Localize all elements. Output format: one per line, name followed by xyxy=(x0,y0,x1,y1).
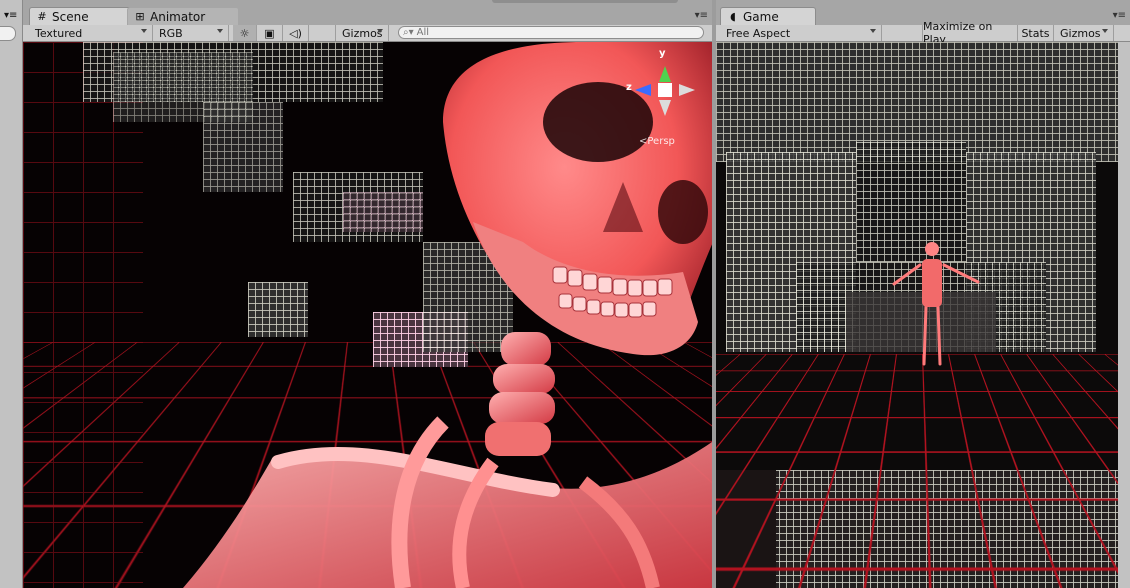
search-icon: ⌕▾ xyxy=(403,27,414,38)
tab-animator-label: Animator xyxy=(150,9,206,24)
scene-toolbar: Textured RGB ☼ ▣ ◁) Gizmos ⌕▾ All xyxy=(23,25,712,42)
figure-arm-right xyxy=(942,263,980,284)
panel-menu-icon[interactable]: ▾≡ xyxy=(695,10,708,21)
maximize-on-play-button[interactable]: Maximize on Play xyxy=(922,20,1018,46)
skeleton-eye-socket xyxy=(658,180,708,244)
scene-viewport[interactable]: y z <Persp xyxy=(23,42,712,588)
search-placeholder: All xyxy=(416,27,430,38)
render-mode-label: Textured xyxy=(35,26,83,40)
gizmo-center-cube xyxy=(658,83,672,97)
lighting-toggle[interactable]: ☼ xyxy=(233,25,257,41)
scene-search-input[interactable]: ⌕▾ All xyxy=(398,26,704,39)
skeleton-eye-socket xyxy=(543,82,653,162)
game-pacman-icon: ◖ xyxy=(730,10,736,23)
gizmo-persp-label[interactable]: <Persp xyxy=(639,136,675,147)
audio-toggle[interactable]: ◁) xyxy=(283,25,309,41)
figure-leg-left xyxy=(922,305,928,366)
chevron-down-icon xyxy=(1102,29,1108,33)
panel-menu-icon[interactable]: ▾≡ xyxy=(4,10,17,21)
skeleton-vertebra xyxy=(485,422,551,456)
panel-menu-icon[interactable]: ▾≡ xyxy=(1113,10,1126,21)
tab-game[interactable]: ◖ Game xyxy=(720,7,816,25)
speaker-icon: ◁) xyxy=(289,26,302,40)
chevron-down-icon xyxy=(217,29,223,33)
skeleton-vertebra xyxy=(501,332,551,366)
game-skeleton-figure xyxy=(892,242,980,366)
left-panel-stub: ▾≡ xyxy=(0,0,23,588)
color-mode-dropdown[interactable]: RGB xyxy=(153,25,229,41)
stats-button[interactable]: Stats xyxy=(1018,25,1054,41)
skeleton-vertebra xyxy=(489,392,555,424)
animator-icon: ⊞ xyxy=(135,10,145,23)
game-gizmos-label: Gizmos xyxy=(1060,26,1101,40)
skeleton-vertebra xyxy=(493,364,555,394)
figure-arm-left xyxy=(892,263,922,286)
gizmo-y-label: y xyxy=(659,48,666,59)
figure-torso xyxy=(922,259,942,307)
chevron-down-icon xyxy=(377,29,383,33)
sun-icon: ☼ xyxy=(239,26,250,40)
aspect-label: Free Aspect xyxy=(726,26,791,40)
stats-label: Stats xyxy=(1021,26,1050,40)
chevron-down-icon xyxy=(870,29,876,33)
tab-scene-label: Scene xyxy=(52,9,89,24)
effects-toggle[interactable]: ▣ xyxy=(257,25,283,41)
aspect-dropdown[interactable]: Free Aspect xyxy=(720,25,882,41)
top-window-handle xyxy=(492,0,678,3)
game-toolbar: Free Aspect Maximize on Play Stats Gizmo… xyxy=(716,20,1130,46)
image-icon: ▣ xyxy=(264,26,275,40)
color-mode-label: RGB xyxy=(159,26,183,40)
scene-hash-icon: # xyxy=(37,10,47,23)
render-mode-dropdown[interactable]: Textured xyxy=(29,25,153,41)
gizmo-z-label: z xyxy=(626,82,632,93)
left-search-field[interactable] xyxy=(0,26,16,41)
tab-game-label: Game xyxy=(743,9,779,24)
game-viewport[interactable] xyxy=(716,42,1118,588)
scene-gizmos-dropdown[interactable]: Gizmos xyxy=(335,25,389,41)
skeleton-model[interactable] xyxy=(23,42,712,588)
figure-leg-right xyxy=(936,305,942,366)
scene-tabstrip: # Scene ⊞ Animator ▾≡ xyxy=(23,0,712,26)
game-gizmos-dropdown[interactable]: Gizmos xyxy=(1054,25,1114,41)
tab-animator[interactable]: ⊞ Animator xyxy=(127,7,239,25)
chevron-down-icon xyxy=(141,29,147,33)
figure-head xyxy=(925,242,939,256)
